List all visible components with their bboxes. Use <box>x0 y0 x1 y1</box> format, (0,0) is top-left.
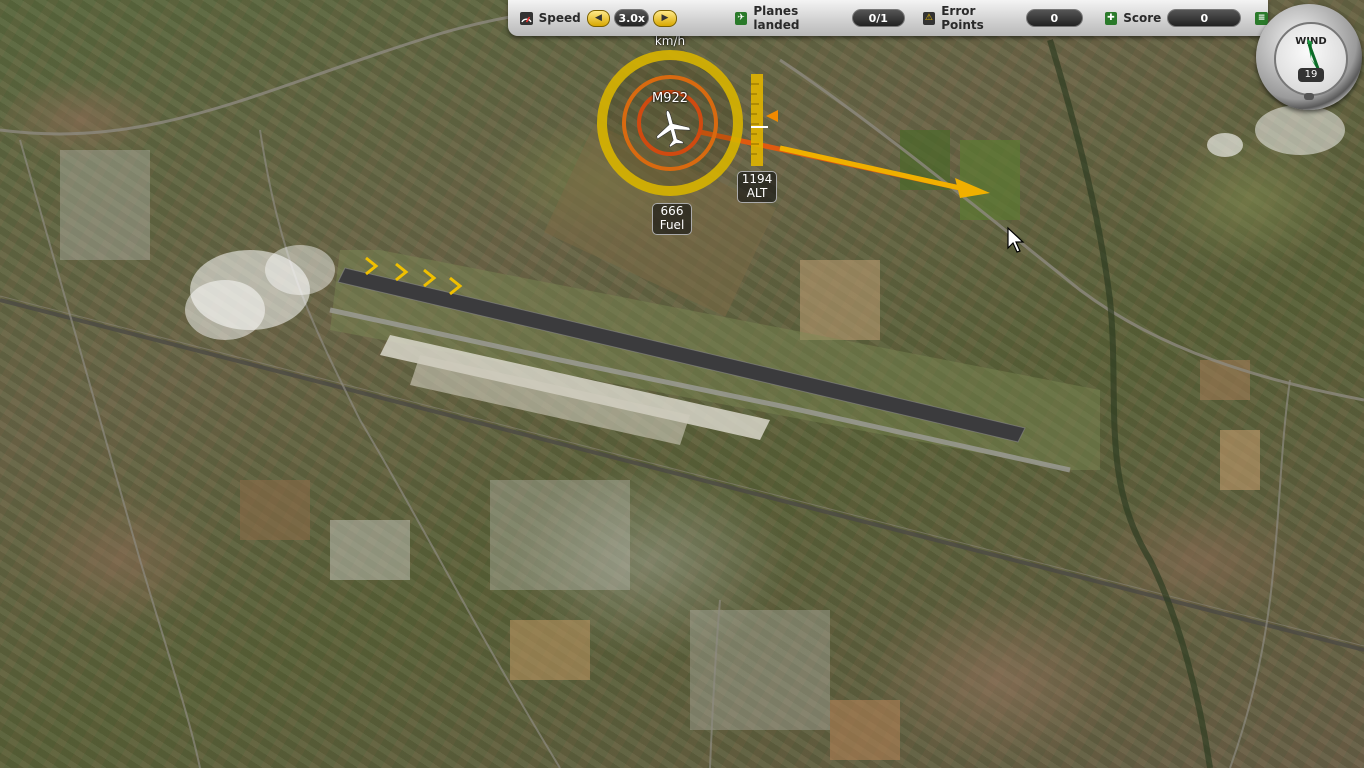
menu-icon[interactable]: ≡ <box>1255 11 1268 25</box>
speed-decrease-button[interactable]: ◀ <box>586 9 611 27</box>
speed-label: Speed <box>538 11 581 25</box>
compass-knob <box>1304 93 1314 100</box>
score-value: 0 <box>1167 9 1242 27</box>
altitude-label: ALT <box>746 186 768 200</box>
arrow-right-icon: ▶ <box>661 13 669 23</box>
error-points-value: 0 <box>1026 9 1083 27</box>
planes-landed-label: Planes landed <box>753 4 800 32</box>
flight-callsign: M922 <box>651 91 689 106</box>
wind-compass: WIND 19 <box>1256 4 1362 110</box>
wind-speed-value: 19 <box>1298 68 1324 82</box>
aircraft-m922[interactable]: km/h M922 1194 ALT 666 Fuel <box>0 0 1364 768</box>
error-points-label: Error Points <box>941 4 984 32</box>
mouse-cursor-icon <box>1007 226 1025 253</box>
plane-icon: ✈ <box>734 11 748 25</box>
fuel-label: Fuel <box>659 218 685 232</box>
compass-face: WIND 19 <box>1274 22 1348 96</box>
speed-gauge-icon <box>520 11 533 25</box>
wind-needle-icon <box>1307 39 1322 76</box>
fuel-value: 666 <box>660 204 684 218</box>
speed-value: 3.0x <box>614 9 650 27</box>
warning-icon: ⚠ <box>922 11 936 25</box>
altitude-value: 1194 <box>741 172 773 186</box>
fuel-readout: 666 Fuel <box>652 203 692 235</box>
speed-increase-button[interactable]: ▶ <box>653 9 677 27</box>
arrow-left-icon: ◀ <box>595 13 602 23</box>
airplane-icon[interactable] <box>652 108 692 148</box>
planes-landed-value: 0/1 <box>851 9 905 27</box>
top-status-bar: Speed ◀ 3.0x ▶ ✈ Planes landed 0/1 ⚠ Err… <box>508 0 1268 36</box>
score-icon: ✚ <box>1104 11 1118 25</box>
speed-unit-label: km/h <box>654 34 686 48</box>
altitude-readout: 1194 ALT <box>737 171 777 203</box>
score-label: Score <box>1123 11 1162 25</box>
